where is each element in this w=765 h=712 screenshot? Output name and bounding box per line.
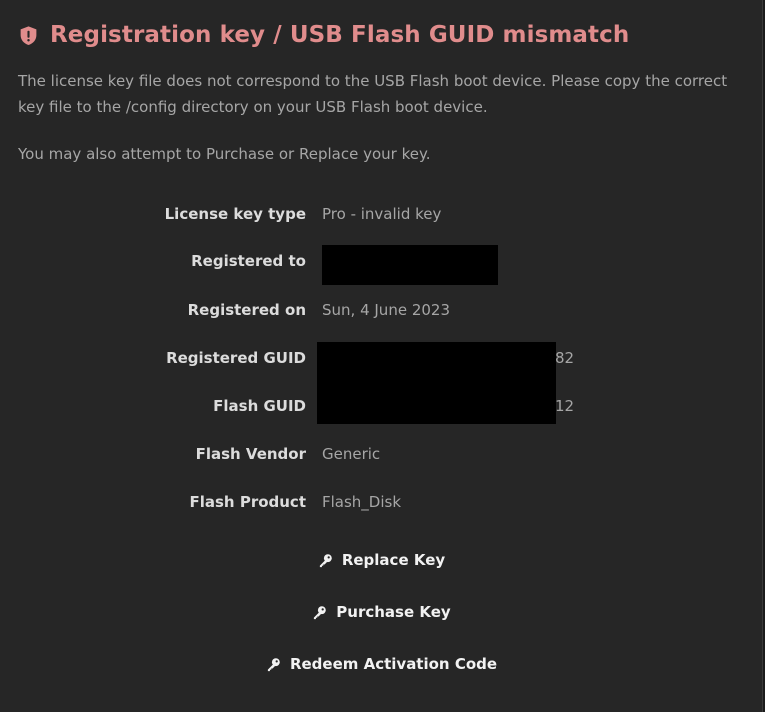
mismatch-message: The license key file does not correspond… [18, 72, 728, 116]
registered-guid-value: 82 [555, 349, 575, 367]
registered-to-redaction [322, 245, 498, 285]
registration-panel: Registration key / USB Flash GUID mismat… [0, 0, 763, 712]
row-registered-on: Registered on Sun, 4 June 2023 [0, 297, 763, 323]
purchase-key-button[interactable]: Purchase Key [0, 600, 763, 624]
license-key-type-label: License key type [164, 205, 306, 223]
options-message: You may also attempt to Purchase or Repl… [18, 145, 431, 163]
replace-key-inner: Replace Key [318, 551, 445, 569]
replace-key-label: Replace Key [341, 551, 446, 569]
registered-on-value: Sun, 4 June 2023 [322, 301, 450, 319]
key-icon [319, 553, 332, 567]
license-key-type-value: Pro - invalid key [322, 205, 442, 223]
flash-vendor-value: Generic [322, 445, 381, 463]
purchase-key-inner: Purchase Key [312, 603, 451, 621]
row-license-key-type: License key type Pro - invalid key [0, 201, 763, 227]
page-title: Registration key / USB Flash GUID mismat… [18, 18, 629, 52]
flash-guid-label: Flash GUID [213, 397, 306, 415]
key-icon [267, 657, 280, 671]
redeem-activation-code-button[interactable]: Redeem Activation Code [0, 652, 763, 676]
purchase-key-label: Purchase Key [336, 603, 451, 621]
flash-product-label: Flash Product [189, 493, 306, 511]
page-title-text: Registration key / USB Flash GUID mismat… [50, 22, 630, 48]
registered-to-label: Registered to [191, 252, 306, 270]
registered-on-label: Registered on [187, 301, 306, 319]
flash-vendor-label: Flash Vendor [195, 445, 306, 463]
replace-key-button[interactable]: Replace Key [0, 548, 763, 572]
flash-product-value: Flash_Disk [322, 493, 402, 511]
row-flash-product: Flash Product Flash_Disk [0, 489, 763, 515]
registered-guid-label: Registered GUID [166, 349, 306, 367]
shield-alert-icon [20, 25, 37, 45]
redeem-activation-code-label: Redeem Activation Code [289, 655, 498, 673]
guid-redaction [317, 342, 556, 424]
flash-guid-value: 12 [555, 397, 575, 415]
key-icon [314, 605, 327, 619]
row-flash-vendor: Flash Vendor Generic [0, 441, 763, 467]
redeem-activation-code-inner: Redeem Activation Code [266, 655, 497, 673]
